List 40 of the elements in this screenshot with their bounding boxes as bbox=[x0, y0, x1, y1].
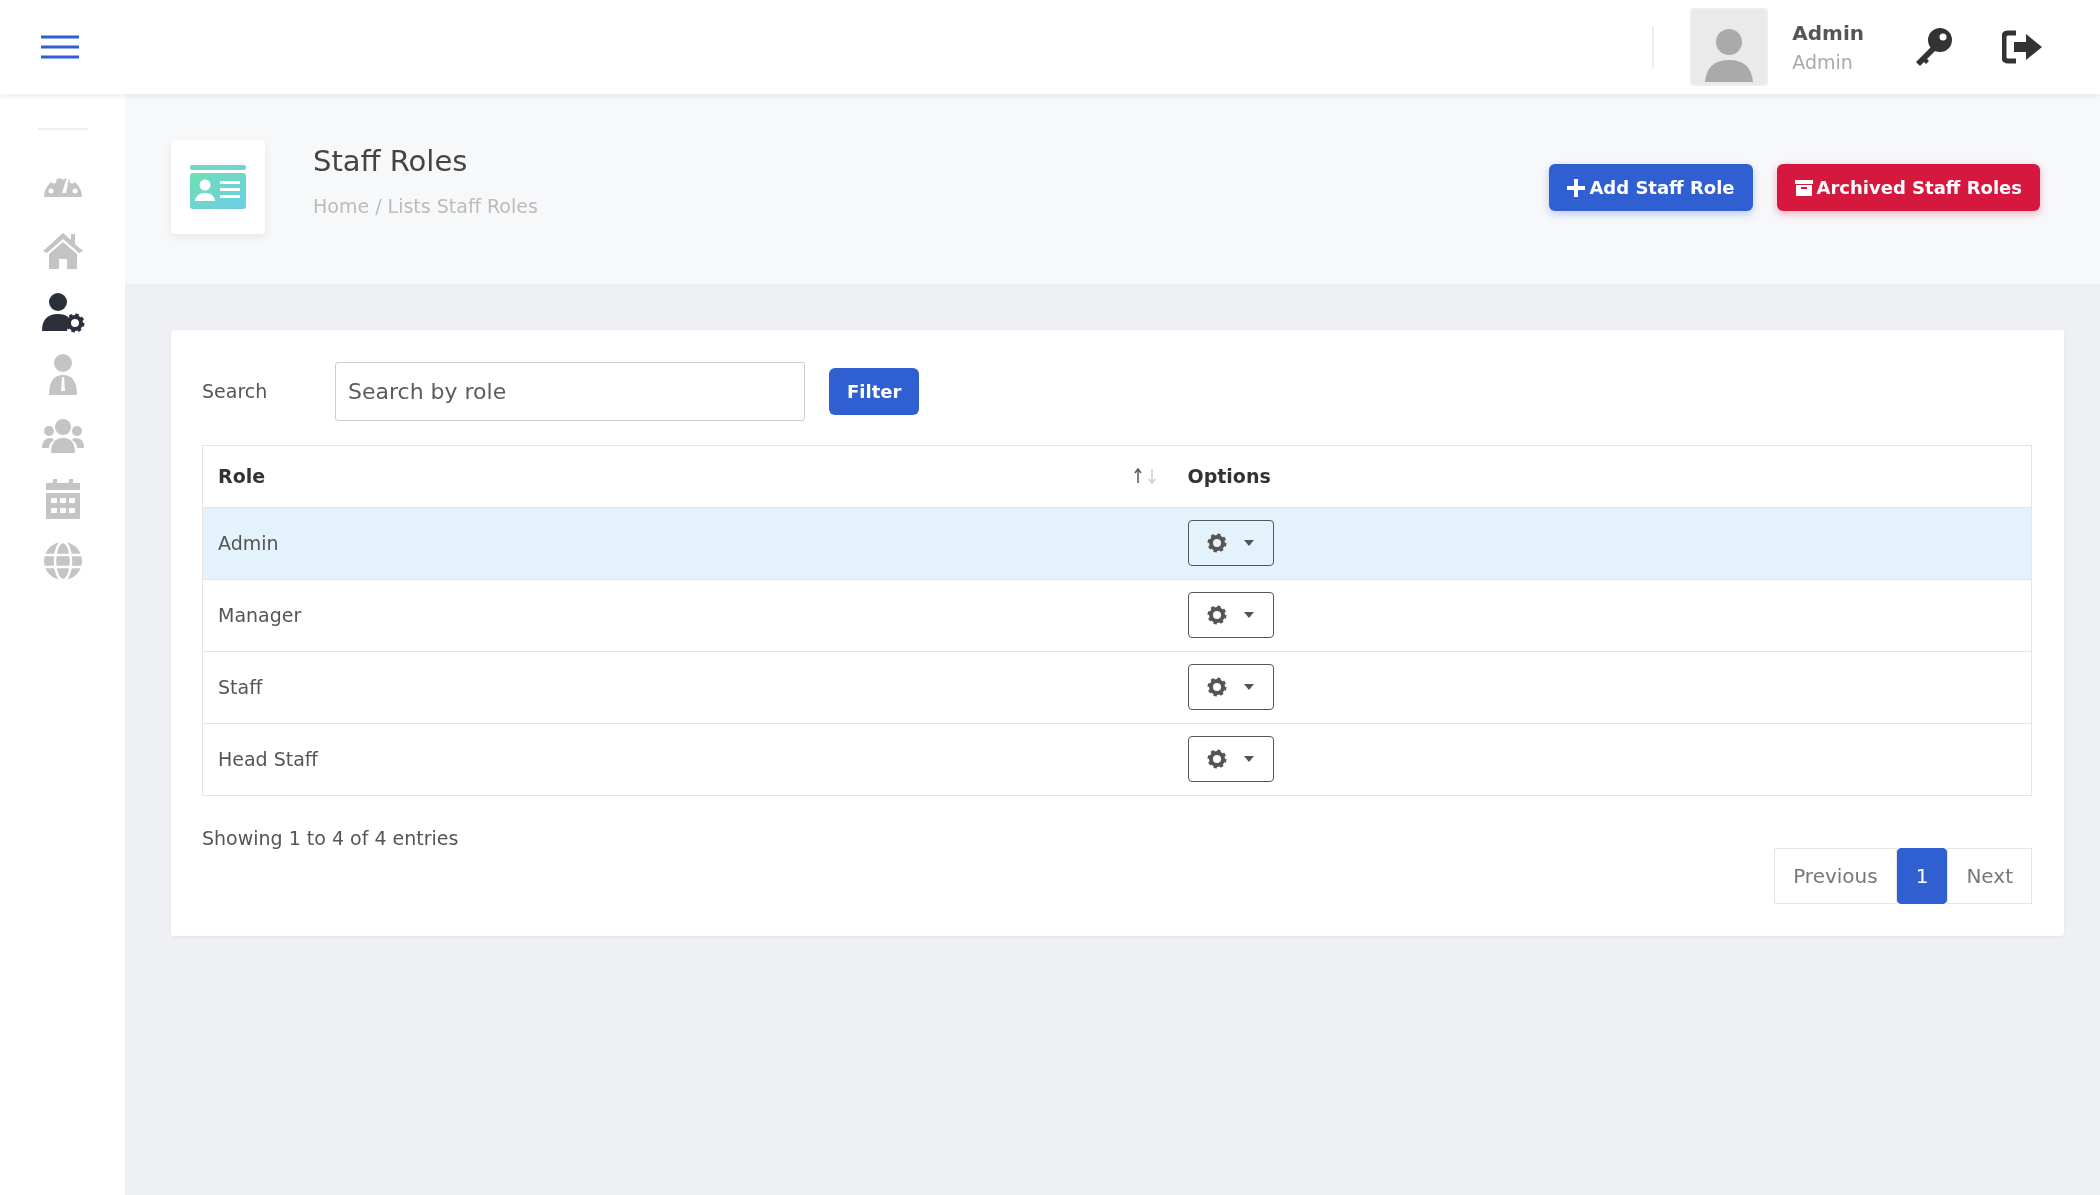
gear-icon bbox=[1207, 605, 1227, 625]
add-button[interactable]: Add Staff Role bbox=[1549, 164, 1753, 211]
caret-icon bbox=[1244, 612, 1254, 618]
caret-icon bbox=[1244, 540, 1254, 546]
archive-box-icon bbox=[1794, 178, 1813, 197]
menu-button[interactable] bbox=[40, 34, 80, 60]
caret-icon bbox=[1244, 684, 1254, 690]
pagination-button[interactable]: Next bbox=[1947, 847, 2032, 904]
filter-button[interactable]: Filter bbox=[829, 368, 920, 415]
table-row-cell: Head Staff bbox=[202, 723, 1173, 795]
table-row-cell: Admin bbox=[202, 507, 1173, 579]
logout-button[interactable] bbox=[2002, 29, 2044, 65]
table-row-cell: Staff bbox=[202, 651, 1173, 723]
user-gear-icon bbox=[40, 291, 85, 335]
page-title: Staff Roles bbox=[313, 143, 469, 180]
logout-icon bbox=[2002, 29, 2044, 65]
archived-button[interactable]: Archived Staff Roles bbox=[1776, 164, 2040, 211]
plus-icon bbox=[1567, 178, 1586, 197]
table-row-cell: Manager bbox=[202, 579, 1173, 651]
user-name: Admin bbox=[1792, 19, 1864, 47]
search-label: Search bbox=[202, 379, 269, 405]
options-dropdown-button[interactable] bbox=[1187, 736, 1274, 782]
gear-icon bbox=[1207, 533, 1227, 553]
gear-icon bbox=[1207, 677, 1227, 697]
menu-icon bbox=[40, 34, 80, 60]
options-dropdown-button[interactable] bbox=[1187, 592, 1274, 638]
caret-icon bbox=[1244, 756, 1254, 762]
options-dropdown-button[interactable] bbox=[1187, 520, 1274, 566]
breadcrumb: Home / Lists Staff Roles bbox=[313, 193, 538, 219]
user-role: Admin bbox=[1792, 49, 1854, 75]
column-header: Options bbox=[1172, 445, 2032, 507]
sort-icon[interactable] bbox=[1131, 468, 1158, 485]
id-card-icon bbox=[171, 140, 265, 234]
entries-info: Showing 1 to 4 of 4 entries bbox=[202, 825, 459, 851]
search-field[interactable]: Search by role bbox=[335, 362, 805, 421]
pagination-button[interactable]: 1 bbox=[1896, 847, 1948, 904]
column-header[interactable]: Role bbox=[218, 462, 266, 491]
options-dropdown-button[interactable] bbox=[1187, 664, 1274, 710]
pagination-button[interactable]: Previous bbox=[1774, 847, 1897, 904]
gear-icon bbox=[1207, 749, 1227, 769]
